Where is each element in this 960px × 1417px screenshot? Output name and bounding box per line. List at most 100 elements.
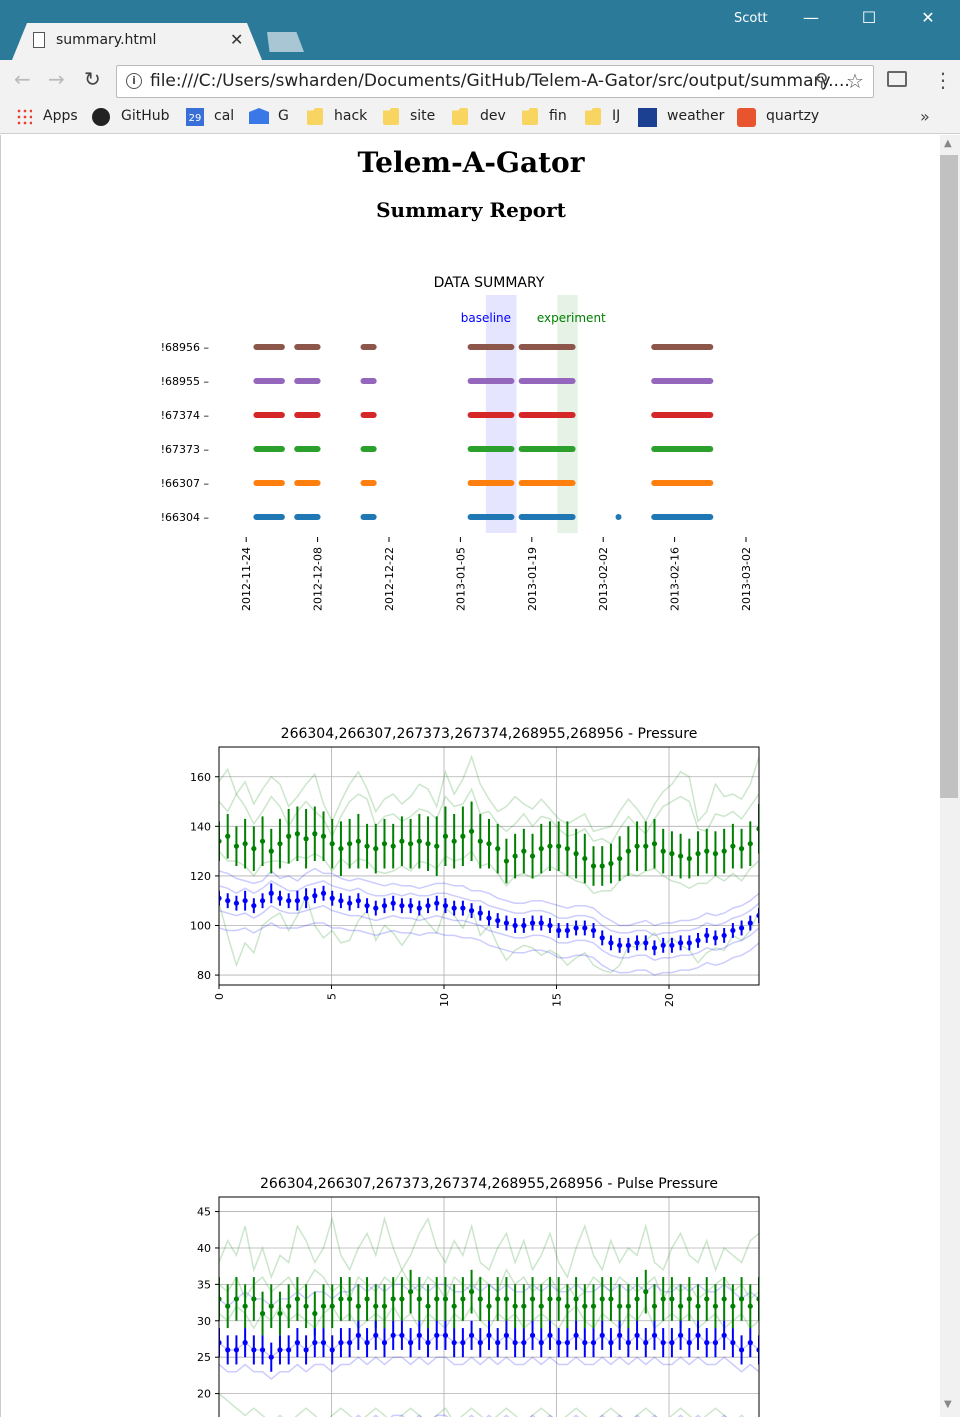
baseline-mean-point [573, 925, 579, 931]
baseline-mean-point [268, 1354, 274, 1360]
experiment-mean-point [582, 855, 588, 862]
experiment-mean-point [651, 841, 658, 847]
baseline-mean-point [242, 1340, 248, 1346]
baseline-mean-point [634, 1332, 640, 1338]
bookmark-apps[interactable]: Apps [43, 108, 78, 124]
bookmark-quartzy[interactable]: quartzy [766, 108, 819, 124]
folder-icon [383, 108, 399, 125]
baseline-mean-point [503, 1332, 510, 1338]
reload-icon[interactable]: ↻ [84, 67, 101, 91]
baseline-mean-point [573, 1332, 579, 1338]
baseline-mean-point [712, 1340, 719, 1346]
baseline-mean-point [669, 942, 675, 948]
baseline-mean-point [416, 1332, 422, 1338]
experiment-mean-point [399, 838, 405, 844]
experiment-mean-point [529, 1296, 536, 1302]
scroll-up-icon[interactable]: ▲ [944, 138, 952, 149]
bookmark-github[interactable]: GitHub [121, 108, 170, 124]
baseline-mean-point [477, 1340, 483, 1346]
bookmark-cal[interactable]: cal [214, 108, 234, 124]
experiment-mean-point [390, 1296, 396, 1302]
experiment-mean-point [738, 1296, 745, 1302]
baseline-mean-point [617, 942, 623, 948]
experiment-mean-point [242, 1303, 248, 1309]
experiment-mean-point [590, 1303, 597, 1309]
forward-icon[interactable]: → [48, 67, 65, 91]
experiment-mean-point [538, 846, 544, 852]
bookmark-g[interactable]: G [278, 108, 289, 124]
baseline-mean-point [468, 1332, 475, 1338]
baseline-mean-point [608, 1340, 614, 1346]
baseline-mean-point [486, 915, 492, 921]
chevron-right-icon[interactable]: » [920, 107, 930, 126]
baseline-mean-point [730, 927, 736, 934]
baseline-mean-point [634, 940, 640, 946]
experiment-mean-point [320, 1303, 327, 1309]
baseline-mean-point [294, 898, 300, 904]
experiment-mean-point [738, 846, 745, 852]
y-tick-label: 160 [190, 771, 211, 784]
calendar-icon: 29 [186, 108, 204, 126]
baseline-mean-point [364, 903, 370, 909]
baseline-mean-point [303, 895, 309, 901]
baseline-mean-point [399, 1332, 405, 1338]
experiment-mean-point [268, 848, 274, 854]
experiment-mean-point [686, 1296, 692, 1302]
profile-name[interactable]: Scott [734, 11, 768, 26]
experiment-mean-point [678, 853, 684, 859]
baseline-mean-point [660, 942, 666, 948]
bookmark-hack[interactable]: hack [334, 108, 367, 124]
baseline-mean-point [547, 922, 553, 929]
zoom-icon[interactable]: ⚲ [815, 70, 828, 91]
scroll-down-icon[interactable]: ▼ [944, 1399, 952, 1410]
baseline-mean-point [320, 890, 327, 896]
y-tick-label: !67373 – [161, 443, 209, 456]
baseline-mean-point [451, 905, 457, 911]
experiment-mean-point [730, 843, 736, 849]
experiment-mean-point [695, 1303, 701, 1309]
bookmark-dev[interactable]: dev [480, 108, 506, 124]
experiment-mean-point [399, 1296, 405, 1302]
experiment-mean-point [338, 846, 344, 852]
experiment-mean-point [259, 1310, 266, 1317]
experiment-mean-point [329, 841, 335, 847]
extension-icon[interactable] [887, 71, 907, 87]
experiment-mean-point [312, 831, 318, 837]
experiment-mean-point [329, 1303, 335, 1309]
scrollbar-thumb[interactable] [940, 155, 958, 798]
bookmark-star-icon[interactable]: ☆ [846, 69, 864, 93]
experiment-mean-point [277, 1310, 283, 1317]
baseline-mean-point [364, 1340, 370, 1346]
baseline-mean-point [625, 942, 631, 948]
baseline-mean-point [608, 940, 614, 946]
info-icon[interactable]: i [126, 73, 142, 89]
experiment-mean-point [730, 1303, 736, 1309]
menu-icon[interactable]: ⋮ [933, 68, 953, 92]
experiment-mean-point [381, 1303, 388, 1309]
bookmark-weather[interactable]: weather [667, 108, 724, 124]
x-tick-label: 0 [213, 993, 226, 1000]
experiment-mean-point [669, 1296, 675, 1302]
experiment-mean-point [599, 863, 605, 869]
baseline-mean-point [373, 1332, 379, 1338]
baseline-individual-line [219, 1356, 759, 1380]
close-window-icon[interactable]: ✕ [913, 8, 943, 27]
baseline-mean-point [425, 903, 431, 909]
close-tab-icon[interactable]: ✕ [230, 30, 243, 49]
experiment-mean-point [277, 841, 283, 847]
minimize-icon[interactable]: — [796, 8, 826, 27]
bookmark-fin[interactable]: fin [549, 108, 567, 124]
experiment-mean-point [660, 848, 666, 854]
back-icon[interactable]: ← [14, 67, 31, 91]
experiment-mean-point [721, 848, 727, 854]
bookmark-site[interactable]: site [410, 108, 435, 124]
url-text[interactable]: file:///C:/Users/swharden/Documents/GitH… [150, 71, 850, 91]
experiment-mean-point [460, 1296, 466, 1302]
experiment-mean-point [538, 1303, 544, 1309]
y-tick-label: 140 [190, 820, 211, 833]
y-tick-label: 80 [197, 969, 211, 982]
bookmark-ij[interactable]: IJ [612, 108, 620, 124]
maximize-icon[interactable]: ☐ [854, 8, 884, 27]
experiment-mean-point [512, 853, 518, 859]
experiment-mean-point [286, 1303, 292, 1309]
